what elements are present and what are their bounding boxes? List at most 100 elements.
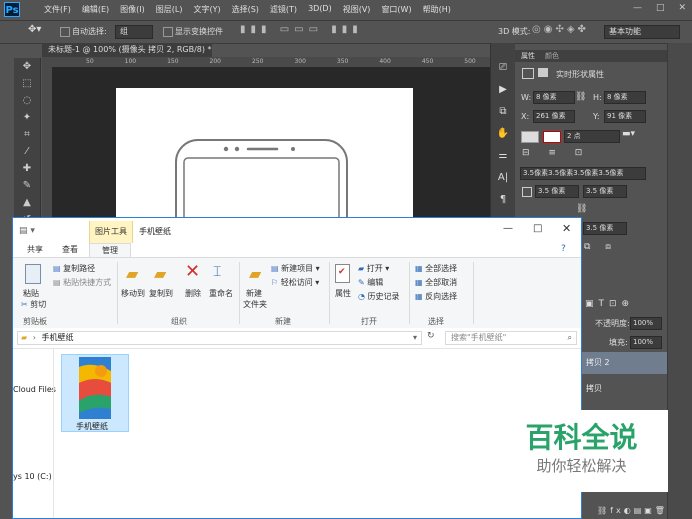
copy-path-button[interactable]: ▤ 复制路径 xyxy=(53,263,95,274)
brush-panel-icon[interactable]: ✋ xyxy=(491,123,515,145)
corner-c-field[interactable]: 3.5 像素 xyxy=(583,222,627,235)
history-panel-icon[interactable]: ⎚ xyxy=(491,57,515,79)
new-folder-line2[interactable]: 文件夹 xyxy=(243,299,267,310)
marquee-tool-icon[interactable]: ⬚ xyxy=(14,75,40,92)
healing-brush-icon[interactable]: ✚ xyxy=(14,160,40,177)
minimize-button[interactable]: — xyxy=(633,3,642,13)
move-tool-icon[interactable]: ✥ xyxy=(14,58,40,75)
layer-row[interactable]: 拷贝 2 xyxy=(582,352,667,374)
brush-tool-icon[interactable]: ✎ xyxy=(14,177,40,194)
layer-row[interactable]: 拷贝 xyxy=(582,378,667,400)
corner-a-field[interactable]: 3.5 像素 xyxy=(535,185,579,198)
layer-bottom-icons[interactable]: ⛓fx◐▤▣🗑 xyxy=(597,506,668,515)
document-tab[interactable]: 未标题-1 @ 100% (摄像头 拷贝 2, RGB/8) * xyxy=(42,43,212,57)
menu-help[interactable]: 帮助(H) xyxy=(423,4,451,15)
path-ops-icons[interactable]: ⧉ ⧈ xyxy=(584,242,617,252)
x-field[interactable]: 261 像素 xyxy=(533,110,575,123)
stamp-tool-icon[interactable]: ▲ xyxy=(14,194,40,211)
new-folder-icon[interactable]: ▰ xyxy=(249,264,261,283)
magic-wand-icon[interactable]: ✦ xyxy=(14,109,40,126)
stroke-style-icon[interactable]: ▬▾ xyxy=(622,129,635,139)
select-all-button[interactable]: ▦ 全部选择 xyxy=(415,263,457,274)
crop-tool-icon[interactable]: ⌗ xyxy=(14,126,40,143)
fill-swatch[interactable] xyxy=(521,131,539,143)
actions-panel-icon[interactable]: ▶ xyxy=(491,79,515,101)
auto-select-dropdown[interactable]: 组 xyxy=(115,25,153,39)
height-field[interactable]: 8 像素 xyxy=(604,91,646,104)
tab-view[interactable]: 查看 xyxy=(62,243,78,257)
layer-filter-icons[interactable]: ▣T⊡⊕ xyxy=(585,299,634,309)
menu-window[interactable]: 窗口(W) xyxy=(381,4,411,15)
close-button[interactable]: ✕ xyxy=(678,3,686,13)
invert-selection-button[interactable]: ▦ 反向选择 xyxy=(415,291,457,302)
quick-access-icons[interactable]: ▤ ▾ xyxy=(19,226,35,236)
delete-icon[interactable]: ✕ xyxy=(185,261,200,282)
menu-edit[interactable]: 编辑(E) xyxy=(82,4,109,15)
move-to-button[interactable]: 移动到 xyxy=(121,288,145,299)
rename-icon[interactable]: ⌶ xyxy=(213,264,221,280)
move-to-icon[interactable]: ▰ xyxy=(126,264,138,283)
workspace-dropdown[interactable]: 基本功能 xyxy=(604,25,680,39)
tab-color[interactable]: 颜色 xyxy=(545,51,559,61)
tab-manage[interactable]: 管理 xyxy=(89,243,131,257)
cut-button[interactable]: ✂ 剪切 xyxy=(21,299,46,310)
width-field[interactable]: 8 像素 xyxy=(533,91,575,104)
open-button[interactable]: ▰ 打开 ▾ xyxy=(358,263,389,274)
menu-file[interactable]: 文件(F) xyxy=(44,4,71,15)
menu-3d[interactable]: 3D(D) xyxy=(308,4,332,15)
menu-view[interactable]: 视图(V) xyxy=(343,4,371,15)
paste-button[interactable]: 粘贴 xyxy=(23,288,39,299)
tab-share[interactable]: 共享 xyxy=(27,243,43,257)
search-input[interactable]: 搜索"手机壁纸" ⌕ xyxy=(445,331,577,345)
file-item[interactable]: 手机壁纸 xyxy=(61,354,129,432)
delete-button[interactable]: 删除 xyxy=(185,288,201,299)
paste-icon[interactable] xyxy=(25,264,41,284)
character-panel-icon[interactable]: A| xyxy=(491,167,515,189)
show-transform-checkbox[interactable] xyxy=(163,27,173,37)
menu-type[interactable]: 文字(Y) xyxy=(193,4,220,15)
link-corners-icon[interactable]: ⛓ xyxy=(576,204,587,214)
lasso-tool-icon[interactable]: ◌ xyxy=(14,92,40,109)
rename-button[interactable]: 重命名 xyxy=(209,288,233,299)
refresh-icon[interactable]: ↻ xyxy=(427,331,435,341)
copy-to-button[interactable]: 复制到 xyxy=(149,288,173,299)
paste-shortcut-button[interactable]: ▤ 粘贴快捷方式 xyxy=(53,277,111,288)
copy-to-icon[interactable]: ▰ xyxy=(154,264,166,283)
y-field[interactable]: 91 像素 xyxy=(604,110,646,123)
properties-button[interactable]: 属性 xyxy=(335,288,351,299)
eyedropper-icon[interactable]: ⁄ xyxy=(14,143,40,160)
select-none-button[interactable]: ▦ 全部取消 xyxy=(415,277,457,288)
easy-access-button[interactable]: ⚐ 轻松访问 ▾ xyxy=(271,277,319,288)
chevron-down-icon[interactable]: ▾ xyxy=(413,332,417,344)
stroke-swatch[interactable] xyxy=(543,131,561,143)
corner-b-field[interactable]: 3.5 像素 xyxy=(583,185,627,198)
menu-layer[interactable]: 图层(L) xyxy=(156,4,183,15)
menu-select[interactable]: 选择(S) xyxy=(232,4,259,15)
menu-filter[interactable]: 滤镜(T) xyxy=(270,4,297,15)
fill-field[interactable]: 100% xyxy=(630,336,662,349)
document-canvas[interactable] xyxy=(116,88,413,251)
maximize-button[interactable]: □ xyxy=(656,3,665,13)
edit-button[interactable]: ✎ 编辑 xyxy=(358,277,383,288)
help-icon[interactable]: ? xyxy=(561,244,566,254)
link-icon[interactable]: ⛓ xyxy=(575,92,586,102)
stroke-width-field[interactable]: 2 点 xyxy=(564,130,620,143)
layer-comps-icon[interactable]: ⧉ xyxy=(491,101,515,123)
menu-image[interactable]: 图像(I) xyxy=(120,4,145,15)
nav-item-drive[interactable]: ys 10 (C:) xyxy=(13,472,52,481)
close-button[interactable]: ✕ xyxy=(562,222,571,235)
corner-radii-field[interactable]: 3.5像素3.5像素3.5像素3.5像素 xyxy=(520,167,646,180)
new-folder-line1[interactable]: 新建 xyxy=(246,288,262,299)
history-button[interactable]: ◔ 历史记录 xyxy=(358,291,400,302)
auto-select-checkbox[interactable] xyxy=(60,27,70,37)
3d-tool-icons[interactable]: ◎◉✣◈✤ xyxy=(532,24,589,35)
move-tool-icon[interactable]: ✥▾ xyxy=(28,24,41,35)
new-item-button[interactable]: ▤ 新建项目 ▾ xyxy=(271,263,320,274)
align-icons[interactable]: ▮▮▮ ▭▭▭ ▮▮▮ xyxy=(240,24,363,35)
paragraph-panel-icon[interactable]: ¶ xyxy=(491,189,515,211)
stroke-options-icons[interactable]: ⊟ ≡ ⊡ xyxy=(522,148,590,158)
opacity-field[interactable]: 100% xyxy=(630,317,662,330)
adjust-panel-icon[interactable]: ⚌ xyxy=(491,145,515,167)
properties-icon[interactable]: ✔ xyxy=(335,264,350,283)
maximize-button[interactable]: □ xyxy=(533,223,542,234)
